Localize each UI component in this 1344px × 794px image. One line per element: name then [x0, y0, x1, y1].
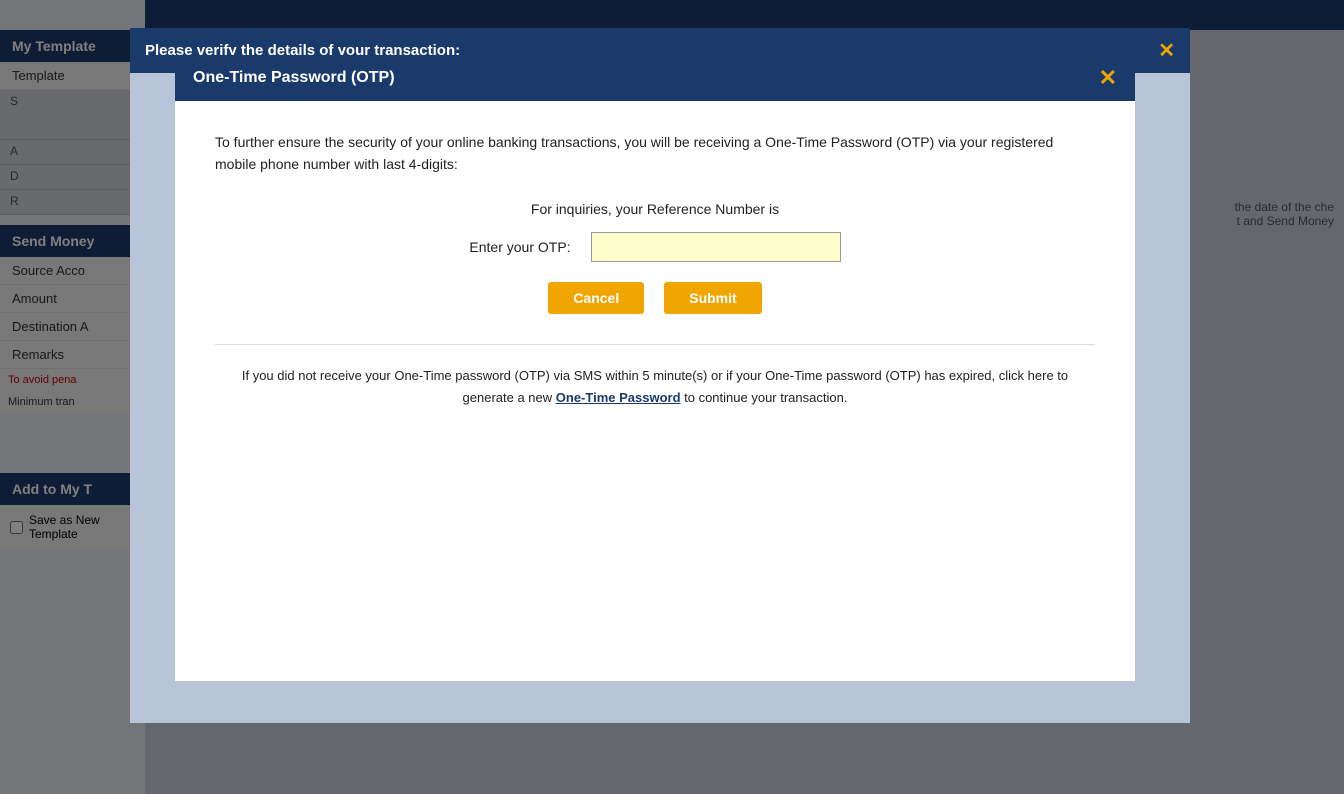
otp-description: To further ensure the security of your o… — [215, 131, 1095, 176]
otp-input-label: Enter your OTP: — [469, 239, 570, 255]
otp-modal-close-button[interactable]: ✕ — [1099, 65, 1117, 91]
otp-buttons: Cancel Submit — [215, 282, 1095, 314]
outer-modal-close-button[interactable]: ✕ — [1158, 38, 1175, 63]
otp-input[interactable] — [591, 232, 841, 262]
otp-modal-title: One-Time Password (OTP) — [193, 69, 395, 87]
otp-footer-text-part2: to continue your transaction. — [681, 390, 848, 405]
otp-modal: One-Time Password (OTP) ✕ To further ens… — [175, 55, 1135, 681]
otp-input-row: Enter your OTP: — [215, 232, 1095, 262]
otp-modal-body: To further ensure the security of your o… — [175, 101, 1135, 681]
otp-regenerate-link[interactable]: One-Time Password — [556, 390, 681, 405]
otp-reference-text: For inquiries, your Reference Number is — [531, 201, 779, 217]
otp-reference-row: For inquiries, your Reference Number is — [215, 201, 1095, 217]
otp-divider — [215, 344, 1095, 345]
cancel-button[interactable]: Cancel — [548, 282, 644, 314]
otp-modal-header: One-Time Password (OTP) ✕ — [175, 55, 1135, 101]
otp-footer-text: If you did not receive your One-Time pas… — [215, 365, 1095, 409]
submit-button[interactable]: Submit — [664, 282, 761, 314]
